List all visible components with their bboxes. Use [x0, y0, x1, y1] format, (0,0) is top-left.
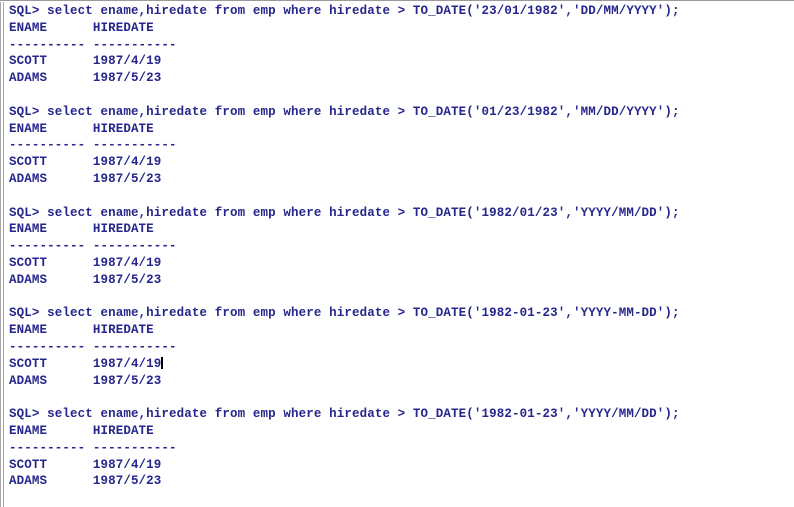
- sql-command-line[interactable]: SQL> select ename,hiredate from emp wher…: [9, 104, 794, 121]
- result-row: ADAMS 1987/5/23: [9, 473, 794, 490]
- query-block: SQL> select ename,hiredate from emp wher…: [9, 104, 794, 188]
- result-row: SCOTT 1987/4/19: [9, 457, 794, 474]
- sql-command-line[interactable]: SQL> select ename,hiredate from emp wher…: [9, 3, 794, 20]
- sql-command-line[interactable]: SQL> select ename,hiredate from emp wher…: [9, 305, 794, 322]
- result-row: ADAMS 1987/5/23: [9, 70, 794, 87]
- console-frame-left-inner: [3, 2, 4, 507]
- result-row: ADAMS 1987/5/23: [9, 373, 794, 390]
- result-row-text: ADAMS 1987/5/23: [9, 171, 162, 186]
- result-column-separator: ---------- -----------: [9, 37, 177, 52]
- result-row: ADAMS 1987/5/23: [9, 171, 794, 188]
- query-block: SQL> select ename,hiredate from emp wher…: [9, 205, 794, 289]
- console-frame-left-outer: [0, 2, 1, 507]
- result-row-text: SCOTT 1987/4/19: [9, 457, 162, 472]
- query-block: SQL> select ename,hiredate from emp wher…: [9, 305, 794, 389]
- result-row: SCOTT 1987/4/19: [9, 154, 794, 171]
- result-row: SCOTT 1987/4/19: [9, 356, 794, 373]
- text-cursor: [161, 356, 163, 369]
- result-column-headers: ENAME HIREDATE: [9, 323, 154, 338]
- result-row-text: ADAMS 1987/5/23: [9, 272, 162, 287]
- sql-console-window[interactable]: SQL> select ename,hiredate from emp wher…: [0, 0, 794, 507]
- result-row-text: ADAMS 1987/5/23: [9, 71, 162, 86]
- result-row-text: ADAMS 1987/5/23: [9, 373, 162, 388]
- result-row-text: SCOTT 1987/4/19: [9, 255, 162, 270]
- result-column-separator: ---------- -----------: [9, 239, 177, 254]
- sql-command-line[interactable]: SQL> select ename,hiredate from emp wher…: [9, 406, 794, 423]
- result-column-headers: ENAME HIREDATE: [9, 423, 154, 438]
- result-column-separator: ---------- -----------: [9, 440, 177, 455]
- result-column-headers: ENAME HIREDATE: [9, 121, 154, 136]
- result-row: SCOTT 1987/4/19: [9, 53, 794, 70]
- result-row: ADAMS 1987/5/23: [9, 272, 794, 289]
- result-column-headers: ENAME HIREDATE: [9, 222, 154, 237]
- result-row-text: SCOTT 1987/4/19: [9, 155, 162, 170]
- result-row-text: ADAMS 1987/5/23: [9, 474, 162, 489]
- sql-command-line[interactable]: SQL> select ename,hiredate from emp wher…: [9, 205, 794, 222]
- result-column-separator: ---------- -----------: [9, 138, 177, 153]
- result-column-headers: ENAME HIREDATE: [9, 20, 154, 35]
- query-block: SQL> select ename,hiredate from emp wher…: [9, 3, 794, 87]
- result-row-text: SCOTT 1987/4/19: [9, 356, 162, 371]
- result-row: SCOTT 1987/4/19: [9, 255, 794, 272]
- query-block: SQL> select ename,hiredate from emp wher…: [9, 406, 794, 490]
- result-row-text: SCOTT 1987/4/19: [9, 54, 162, 69]
- console-output-area[interactable]: SQL> select ename,hiredate from emp wher…: [9, 3, 794, 490]
- result-column-separator: ---------- -----------: [9, 339, 177, 354]
